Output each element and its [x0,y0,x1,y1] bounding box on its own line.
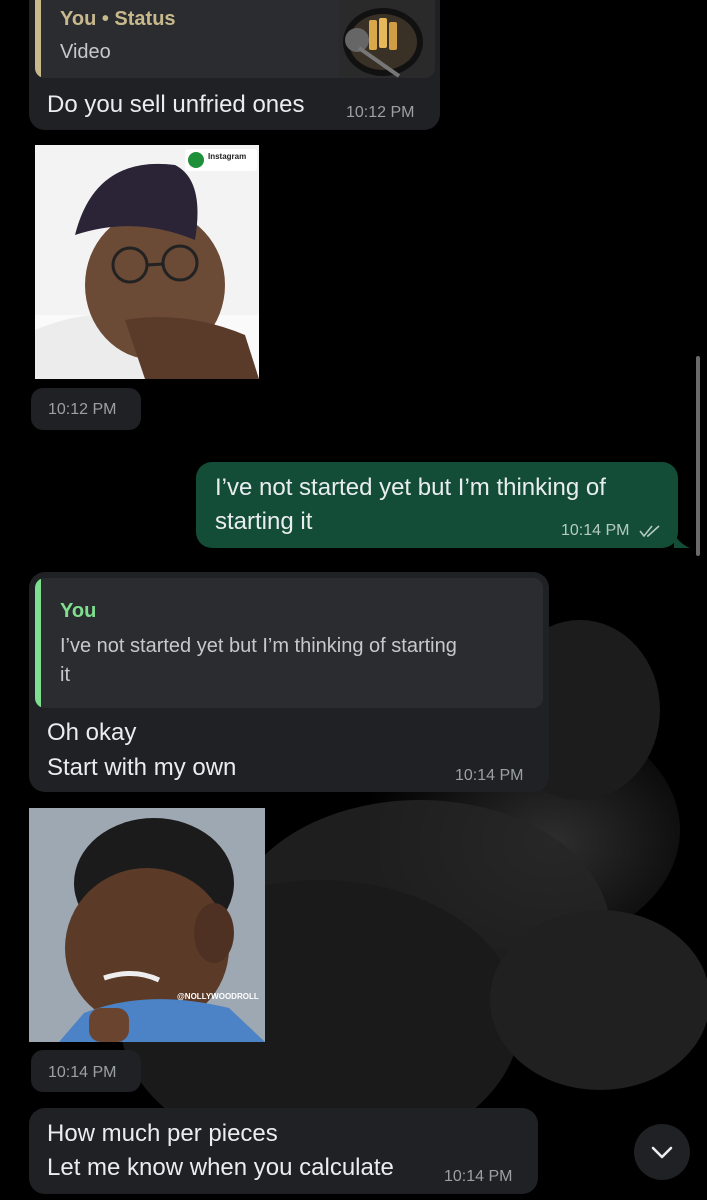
bubble-tail [674,534,690,548]
image-watermark: @NOLLYWOODROLL [177,992,259,1001]
message-bubble-incoming[interactable]: You • Status Video Do you sell unfried o… [29,0,440,130]
scrollbar[interactable] [696,356,700,556]
message-time: 10:14 PM [455,767,524,784]
quote-text: Video [60,41,111,63]
message-time: 10:14 PM [48,1064,117,1081]
quoted-message[interactable]: You I’ve not started yet but I’m thinkin… [35,578,543,708]
quote-author: You • Status [60,8,176,30]
quote-author: You [60,600,97,622]
sticker-image[interactable]: Instagram [35,145,259,379]
status-thumbnail [339,0,435,78]
message-text: Do you sell unfried ones [47,91,305,118]
quote-accent-bar [35,0,41,78]
quote-text-line: I’ve not started yet but I’m thinking of… [60,635,457,657]
message-time: 10:14 PM [444,1168,513,1185]
message-text-line: How much per pieces [47,1120,278,1147]
quote-text-line: it [60,664,70,686]
message-time-pill: 10:14 PM [31,1050,141,1092]
message-bubble-outgoing[interactable]: I’ve not started yet but I’m thinking of… [196,462,678,548]
message-text-line: Let me know when you calculate [47,1154,394,1181]
message-text-line: starting it [215,508,313,535]
meme-image[interactable]: @NOLLYWOODROLL [29,808,265,1042]
message-time: 10:12 PM [48,401,117,418]
message-time-pill: 10:12 PM [31,388,141,430]
message-text-line: Start with my own [47,754,237,781]
quote-accent-bar [35,578,41,708]
chevron-down-icon [651,1146,673,1159]
message-text-line: Oh okay [47,719,137,746]
message-bubble-incoming[interactable]: You I’ve not started yet but I’m thinkin… [29,572,549,792]
sticker-caption: Instagram [208,152,247,161]
quoted-status[interactable]: You • Status Video [35,0,435,78]
message-bubble-incoming[interactable]: How much per pieces Let me know when you… [29,1108,538,1194]
message-time: 10:12 PM [346,104,415,121]
double-check-icon [639,525,660,538]
message-time: 10:14 PM [561,522,630,539]
message-text-line: I’ve not started yet but I’m thinking of [215,474,606,501]
scroll-to-bottom-button[interactable] [634,1124,690,1180]
